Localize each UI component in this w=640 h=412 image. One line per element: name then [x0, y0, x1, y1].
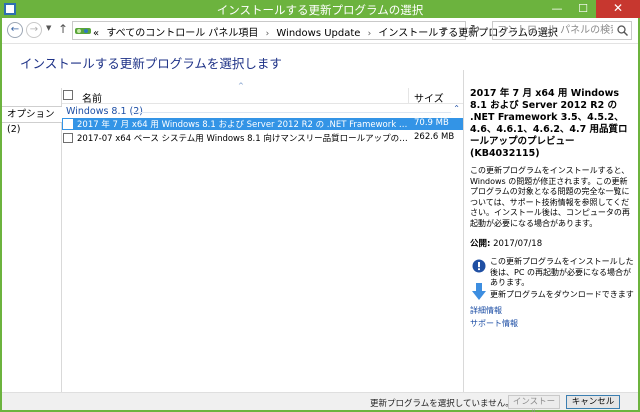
footer-bar: 更新プログラムを選択していません。 インストール キャンセル [2, 392, 638, 412]
back-button[interactable]: ← [7, 22, 23, 38]
group-divider [132, 112, 451, 113]
details-description: この更新プログラムをインストールすると、Windows の問題が修正されます。こ… [470, 166, 630, 228]
cancel-button[interactable]: キャンセル [566, 395, 620, 409]
update-name: 2017-07 x64 ベース システム用 Windows 8.1 向けマンスリ… [77, 134, 409, 144]
address-dropdown-chevron-icon[interactable]: ▼ [442, 26, 447, 34]
breadcrumb-overflow[interactable]: « [93, 28, 99, 39]
minimize-button[interactable]: — [544, 0, 570, 18]
column-divider[interactable] [408, 88, 409, 104]
download-info: 更新プログラムをダウンロードできます [470, 283, 638, 301]
info-warning-icon [472, 259, 486, 273]
download-text: 更新プログラムをダウンロードできます [490, 290, 634, 299]
recent-locations-chevron-icon[interactable]: ▼ [46, 24, 51, 32]
breadcrumb-item-windows-update[interactable]: Windows Update [276, 28, 360, 39]
breadcrumb-items: « › すべてのコントロール パネル項目 › Windows Update › … [93, 24, 558, 39]
update-name: 2017 年 7 月 x64 用 Windows 8.1 および Server … [77, 120, 409, 130]
more-info-link[interactable]: 詳細情報 [470, 305, 638, 316]
close-button[interactable]: ✕ [596, 0, 640, 18]
search-box[interactable] [492, 21, 632, 40]
breadcrumb-item-control-panel[interactable]: すべてのコントロール パネル項目 [106, 28, 258, 39]
refresh-button[interactable]: ↻ [470, 22, 480, 36]
download-arrow-icon [472, 283, 486, 300]
install-button[interactable]: インストール [508, 395, 560, 412]
column-header-size[interactable]: サイズ [414, 90, 444, 105]
breadcrumb-separator: › [367, 29, 372, 39]
forward-button[interactable]: → [26, 22, 42, 38]
column-header-name[interactable]: 名前 [82, 90, 102, 105]
list-item[interactable]: 2017 年 7 月 x64 用 Windows 8.1 および Server … [62, 118, 463, 130]
window-body: ← → ▼ ↑ « › すべてのコントロール パネル項目 › Windows U… [2, 18, 638, 412]
search-input[interactable] [493, 22, 613, 39]
address-bar: ← → ▼ ↑ « › すべてのコントロール パネル項目 › Windows U… [2, 18, 638, 44]
update-size: 262.6 MB [414, 132, 455, 142]
group-header[interactable]: Windows 8.1 (2) ⌃ [62, 104, 463, 118]
details-title: 2017 年 7 月 x64 用 Windows 8.1 および Server … [470, 88, 628, 159]
title-bar: インストールする更新プログラムの選択 — ☐ ✕ [0, 0, 640, 18]
update-size: 70.9 MB [414, 118, 449, 128]
collapse-chevron-icon[interactable]: ⌃ [453, 104, 460, 113]
breadcrumb[interactable]: « › すべてのコントロール パネル項目 › Windows Update › … [72, 21, 558, 40]
support-info-link[interactable]: サポート情報 [470, 318, 638, 329]
search-icon[interactable] [617, 25, 628, 36]
published-date: 公開: 2017/07/18 [470, 237, 638, 249]
list-header: ^ 名前 サイズ [62, 82, 463, 105]
update-list: ^ 名前 サイズ Windows 8.1 (2) ⌃ 2017 年 7 月 x6… [62, 82, 463, 392]
published-label: 公開: [470, 239, 491, 249]
maximize-button[interactable]: ☐ [570, 0, 596, 18]
page-title: インストールする更新プログラムを選択します [20, 56, 282, 71]
restart-warning: この更新プログラムをインストールした後は、PC の再起動が必要になる場合がありま… [470, 257, 638, 287]
category-pane: オプション (2) [2, 88, 62, 392]
update-checkbox[interactable] [62, 133, 73, 146]
details-pane: 2017 年 7 月 x64 用 Windows 8.1 および Server … [463, 70, 638, 392]
select-all-checkbox[interactable] [62, 90, 73, 103]
breadcrumb-separator: › [265, 29, 270, 39]
update-checkbox[interactable] [62, 119, 73, 132]
sort-caret-icon: ^ [238, 82, 244, 90]
status-text: 更新プログラムを選択していません。 [370, 399, 514, 409]
list-item[interactable]: 2017-07 x64 ベース システム用 Windows 8.1 向けマンスリ… [62, 132, 463, 144]
tab-optional-updates[interactable]: オプション (2) [2, 106, 62, 135]
restart-warning-text: この更新プログラムをインストールした後は、PC の再起動が必要になる場合がありま… [490, 257, 634, 287]
control-panel-icon [75, 28, 91, 34]
up-button[interactable]: ↑ [58, 22, 68, 36]
published-value: 2017/07/18 [493, 239, 543, 249]
